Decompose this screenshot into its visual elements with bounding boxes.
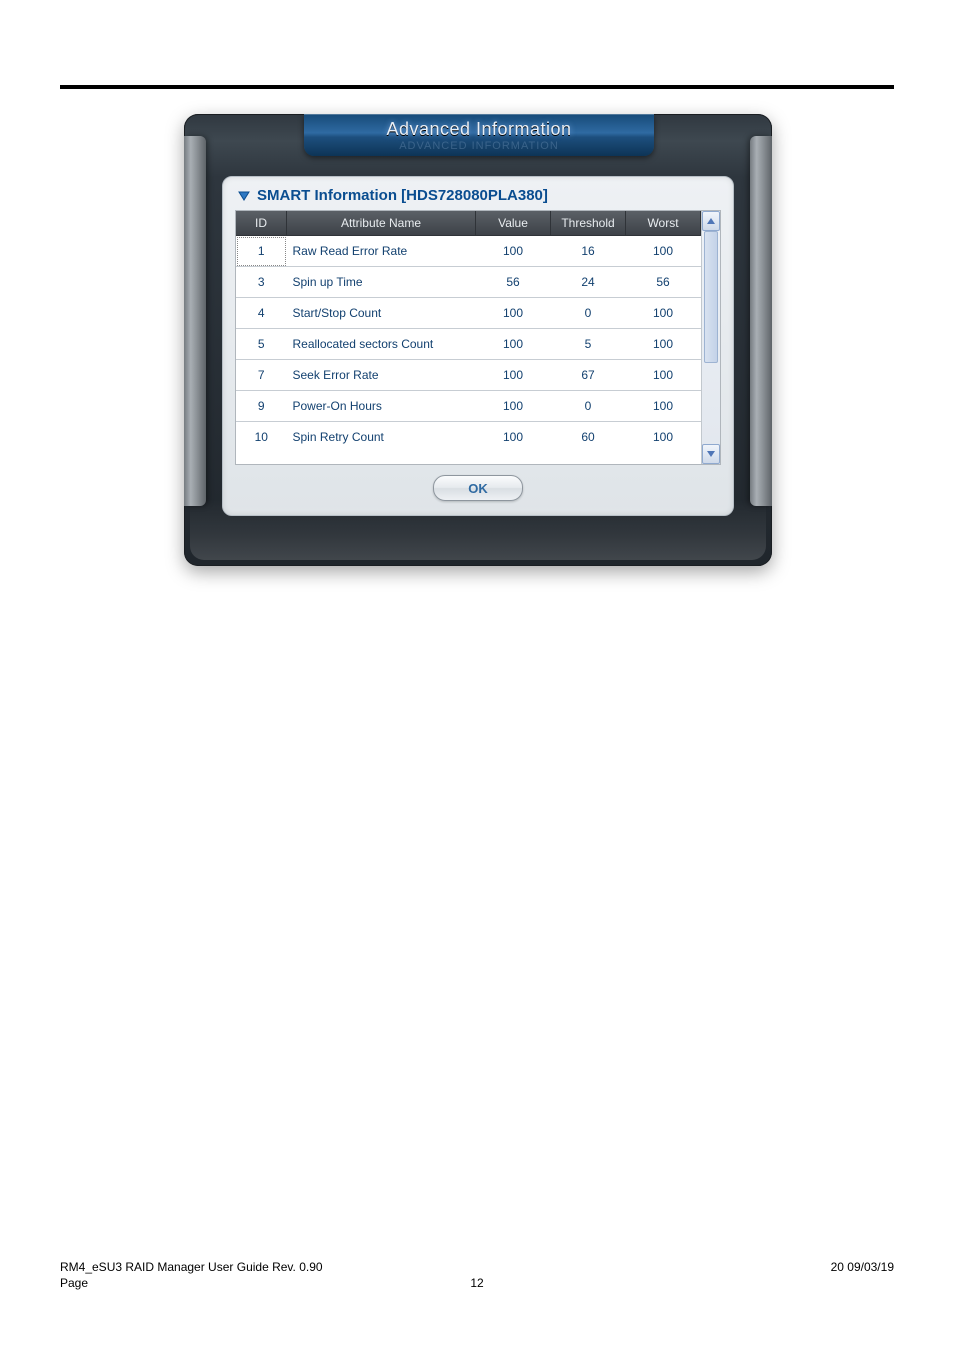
cell-worst: 100 (626, 360, 701, 391)
cell-threshold: 67 (551, 360, 626, 391)
ok-button[interactable]: OK (433, 475, 523, 501)
cell-attr: Seek Error Rate (287, 360, 476, 391)
smart-table-container: ID Attribute Name Value Threshold Worst … (235, 210, 721, 465)
cell-attr: Power-On Hours (287, 391, 476, 422)
col-worst[interactable]: Worst (626, 211, 701, 236)
window-frame-right (750, 136, 772, 506)
window-title-shadow: ADVANCED INFORMATION (304, 140, 654, 152)
cell-worst: 100 (626, 422, 701, 453)
table-row[interactable]: 4 Start/Stop Count 100 0 100 (236, 298, 701, 329)
cell-value: 100 (476, 422, 551, 453)
cell-threshold: 24 (551, 267, 626, 298)
cell-id: 10 (236, 422, 287, 453)
cell-threshold: 16 (551, 236, 626, 267)
cell-id: 4 (236, 298, 287, 329)
cell-value: 100 (476, 329, 551, 360)
scroll-up-button[interactable] (702, 211, 720, 231)
smart-table-body: 1 Raw Read Error Rate 100 16 100 3 Spin … (236, 236, 701, 453)
cell-id: 7 (236, 360, 287, 391)
app-window: Advanced Information ADVANCED INFORMATIO… (184, 114, 772, 566)
cell-value: 100 (476, 391, 551, 422)
col-value[interactable]: Value (476, 211, 551, 236)
vertical-scrollbar[interactable] (701, 211, 720, 464)
content-panel: SMART Information [HDS728080PLA380] ID A… (222, 176, 734, 516)
cell-id: 1 (236, 236, 287, 267)
cell-value: 100 (476, 236, 551, 267)
footer-date: 20 09/03/19 (831, 1260, 894, 1274)
table-row[interactable]: 9 Power-On Hours 100 0 100 (236, 391, 701, 422)
cell-worst: 56 (626, 267, 701, 298)
cell-value: 100 (476, 298, 551, 329)
expand-arrow-icon[interactable] (237, 189, 251, 203)
cell-threshold: 0 (551, 391, 626, 422)
scrollbar-thumb[interactable] (704, 231, 718, 363)
title-bar: Advanced Information ADVANCED INFORMATIO… (304, 114, 654, 156)
cell-attr: Spin Retry Count (287, 422, 476, 453)
window-frame-left (184, 136, 206, 506)
cell-worst: 100 (626, 298, 701, 329)
section-header: SMART Information [HDS728080PLA380] (235, 187, 721, 210)
cell-worst: 100 (626, 391, 701, 422)
cell-attr: Start/Stop Count (287, 298, 476, 329)
cell-attr: Raw Read Error Rate (287, 236, 476, 267)
cell-id: 9 (236, 391, 287, 422)
cell-value: 56 (476, 267, 551, 298)
footer-doc-title: RM4_eSU3 RAID Manager User Guide Rev. 0.… (60, 1260, 323, 1274)
cell-value: 100 (476, 360, 551, 391)
page-top-rule (60, 85, 894, 89)
footer-page-number: 12 (0, 1276, 954, 1290)
smart-table-area: ID Attribute Name Value Threshold Worst … (236, 211, 701, 464)
col-threshold[interactable]: Threshold (551, 211, 626, 236)
col-attr[interactable]: Attribute Name (287, 211, 476, 236)
scroll-down-button[interactable] (702, 444, 720, 464)
cell-threshold: 60 (551, 422, 626, 453)
col-id[interactable]: ID (236, 211, 287, 236)
table-row[interactable]: 10 Spin Retry Count 100 60 100 (236, 422, 701, 453)
smart-table: ID Attribute Name Value Threshold Worst … (236, 211, 701, 452)
section-title: SMART Information [HDS728080PLA380] (257, 187, 548, 204)
cell-worst: 100 (626, 329, 701, 360)
cell-worst: 100 (626, 236, 701, 267)
cell-attr: Spin up Time (287, 267, 476, 298)
cell-id: 3 (236, 267, 287, 298)
cell-threshold: 0 (551, 298, 626, 329)
cell-id: 5 (236, 329, 287, 360)
table-row[interactable]: 3 Spin up Time 56 24 56 (236, 267, 701, 298)
cell-threshold: 5 (551, 329, 626, 360)
cell-attr: Reallocated sectors Count (287, 329, 476, 360)
table-row[interactable]: 7 Seek Error Rate 100 67 100 (236, 360, 701, 391)
table-row[interactable]: 5 Reallocated sectors Count 100 5 100 (236, 329, 701, 360)
table-row[interactable]: 1 Raw Read Error Rate 100 16 100 (236, 236, 701, 267)
